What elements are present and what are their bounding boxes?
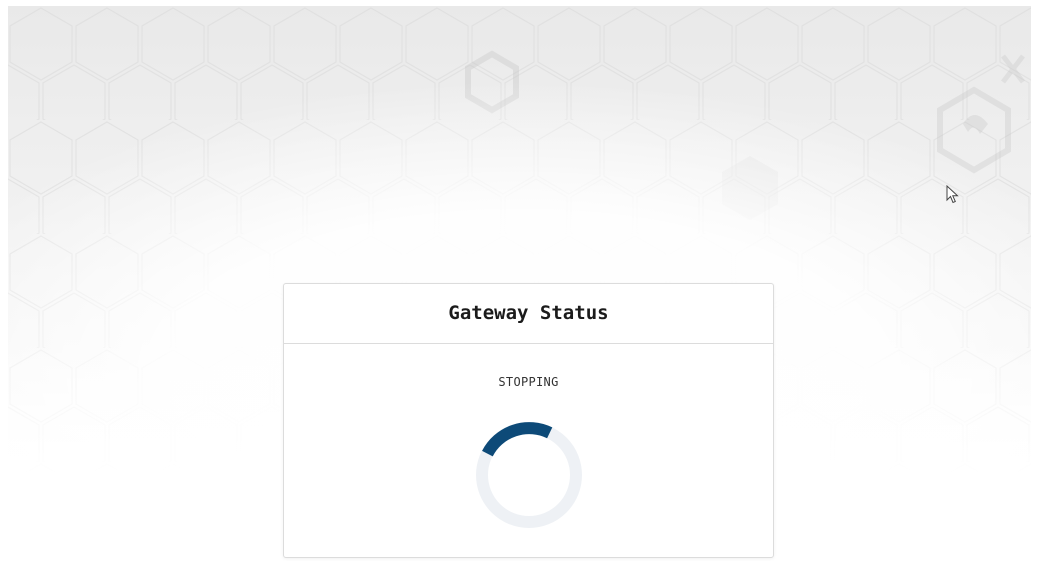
gateway-status-text: STOPPING [498, 375, 559, 389]
mouse-pointer-icon [946, 185, 959, 204]
spinner-arc [482, 422, 553, 457]
card-header: Gateway Status [284, 284, 773, 344]
gateway-status-screen: Gateway Status STOPPING [0, 0, 1039, 561]
gateway-status-card: Gateway Status STOPPING [283, 283, 774, 558]
card-body: STOPPING [284, 344, 773, 558]
card-title: Gateway Status [448, 301, 609, 324]
loading-spinner-icon [476, 422, 582, 528]
